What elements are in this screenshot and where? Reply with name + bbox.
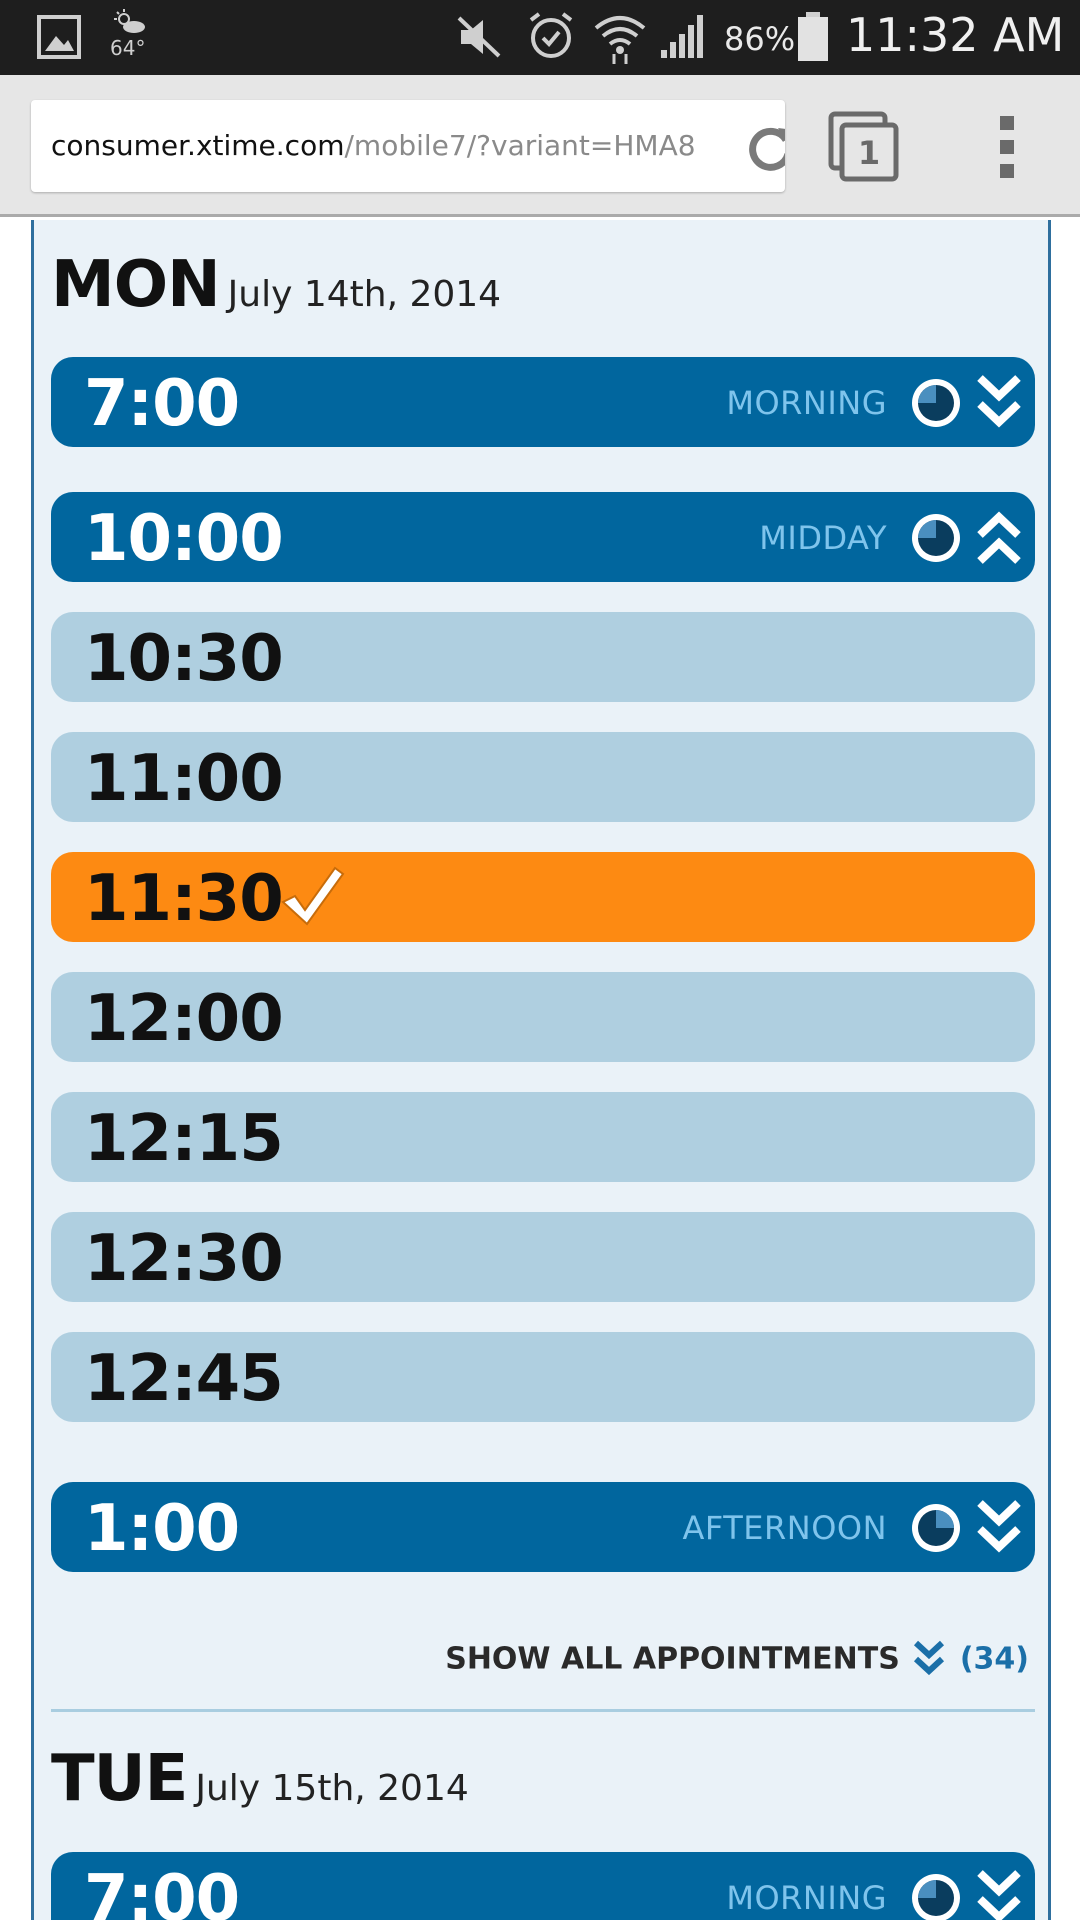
url-path: /mobile7/?variant=HMA8 xyxy=(344,129,696,162)
time-slot[interactable]: 12:00 xyxy=(51,972,1035,1062)
alarm-icon xyxy=(525,10,577,62)
day-heading: MON July 14th, 2014 xyxy=(51,248,501,322)
time-slot-group-afternoon[interactable]: 1:00 AFTERNOON xyxy=(51,1482,1035,1572)
browser-toolbar: consumer.xtime.com/mobile7/?variant=HMA8… xyxy=(0,75,1080,217)
time-slot[interactable]: 11:00 xyxy=(51,732,1035,822)
status-bar: 64° 86% 11:32 AM xyxy=(0,0,1080,75)
checkmark-icon xyxy=(281,866,345,926)
slot-time: 7:00 xyxy=(84,367,240,441)
slot-time: 11:30 xyxy=(84,862,284,936)
battery-percent: 86% xyxy=(724,20,796,58)
weather-temp: 64° xyxy=(110,36,146,60)
time-slot-group-morning[interactable]: 7:00 MORNING xyxy=(51,1852,1035,1920)
clock-icon xyxy=(912,1874,960,1920)
appointment-count: (34) xyxy=(959,1641,1029,1677)
chevron-down-icon[interactable] xyxy=(976,1867,1022,1920)
slot-time: 12:15 xyxy=(84,1102,284,1176)
time-slot[interactable]: 12:30 xyxy=(51,1212,1035,1302)
slot-time: 10:00 xyxy=(84,502,284,576)
time-slot-selected[interactable]: 11:30 xyxy=(51,852,1035,942)
slot-time: 11:00 xyxy=(84,742,284,816)
time-slot[interactable]: 12:45 xyxy=(51,1332,1035,1422)
slot-time: 12:45 xyxy=(84,1342,284,1416)
period-label: MORNING xyxy=(726,1879,887,1917)
tab-count: 1 xyxy=(858,134,880,172)
slot-time: 1:00 xyxy=(84,1492,240,1566)
gallery-icon xyxy=(36,14,82,60)
day-date: July 14th, 2014 xyxy=(227,274,502,315)
slot-time: 12:00 xyxy=(84,982,284,1056)
tabs-icon[interactable]: 1 xyxy=(828,111,900,183)
wifi-icon xyxy=(592,8,648,64)
day-name: TUE xyxy=(51,1742,188,1816)
clock-time: 11:32 AM xyxy=(846,8,1065,62)
period-label: MORNING xyxy=(726,384,887,422)
battery-icon xyxy=(796,12,830,62)
schedule-panel: MON July 14th, 2014 7:00 MORNING 10:00 MI… xyxy=(31,220,1051,1920)
time-slot-group-midday[interactable]: 10:00 MIDDAY xyxy=(51,492,1035,582)
day-date: July 15th, 2014 xyxy=(195,1768,469,1809)
weather-icon xyxy=(113,8,147,36)
period-label: AFTERNOON xyxy=(682,1509,887,1547)
clock-icon xyxy=(912,379,960,427)
page-content: MON July 14th, 2014 7:00 MORNING 10:00 MI… xyxy=(0,220,1080,1920)
show-all-appointments-link[interactable]: SHOW ALL APPOINTMENTS (34) xyxy=(445,1639,1029,1689)
overflow-menu-icon[interactable] xyxy=(990,114,1026,180)
url-domain: consumer.xtime.com xyxy=(51,129,345,162)
clock-icon xyxy=(912,1504,960,1552)
slot-time: 7:00 xyxy=(84,1862,240,1920)
chevron-down-icon[interactable] xyxy=(976,1497,1022,1557)
time-slot[interactable]: 10:30 xyxy=(51,612,1035,702)
period-label: MIDDAY xyxy=(759,519,887,557)
url-bar[interactable]: consumer.xtime.com/mobile7/?variant=HMA8 xyxy=(31,100,785,192)
day-name: MON xyxy=(51,248,221,322)
chevron-down-icon xyxy=(913,1640,944,1676)
day-heading: TUE July 15th, 2014 xyxy=(51,1742,469,1816)
clock-icon xyxy=(912,514,960,562)
mute-icon xyxy=(455,14,503,60)
signal-icon xyxy=(659,12,709,60)
chevron-down-icon[interactable] xyxy=(976,372,1022,432)
slot-time: 10:30 xyxy=(84,622,284,696)
day-divider xyxy=(51,1709,1035,1712)
time-slot-group-morning[interactable]: 7:00 MORNING xyxy=(51,357,1035,447)
chevron-up-icon[interactable] xyxy=(976,507,1022,567)
reload-icon[interactable] xyxy=(742,120,785,176)
slot-time: 12:30 xyxy=(84,1222,284,1296)
show-all-label: SHOW ALL APPOINTMENTS xyxy=(445,1641,900,1677)
url-text[interactable]: consumer.xtime.com/mobile7/?variant=HMA8 xyxy=(51,129,721,162)
time-slot[interactable]: 12:15 xyxy=(51,1092,1035,1182)
